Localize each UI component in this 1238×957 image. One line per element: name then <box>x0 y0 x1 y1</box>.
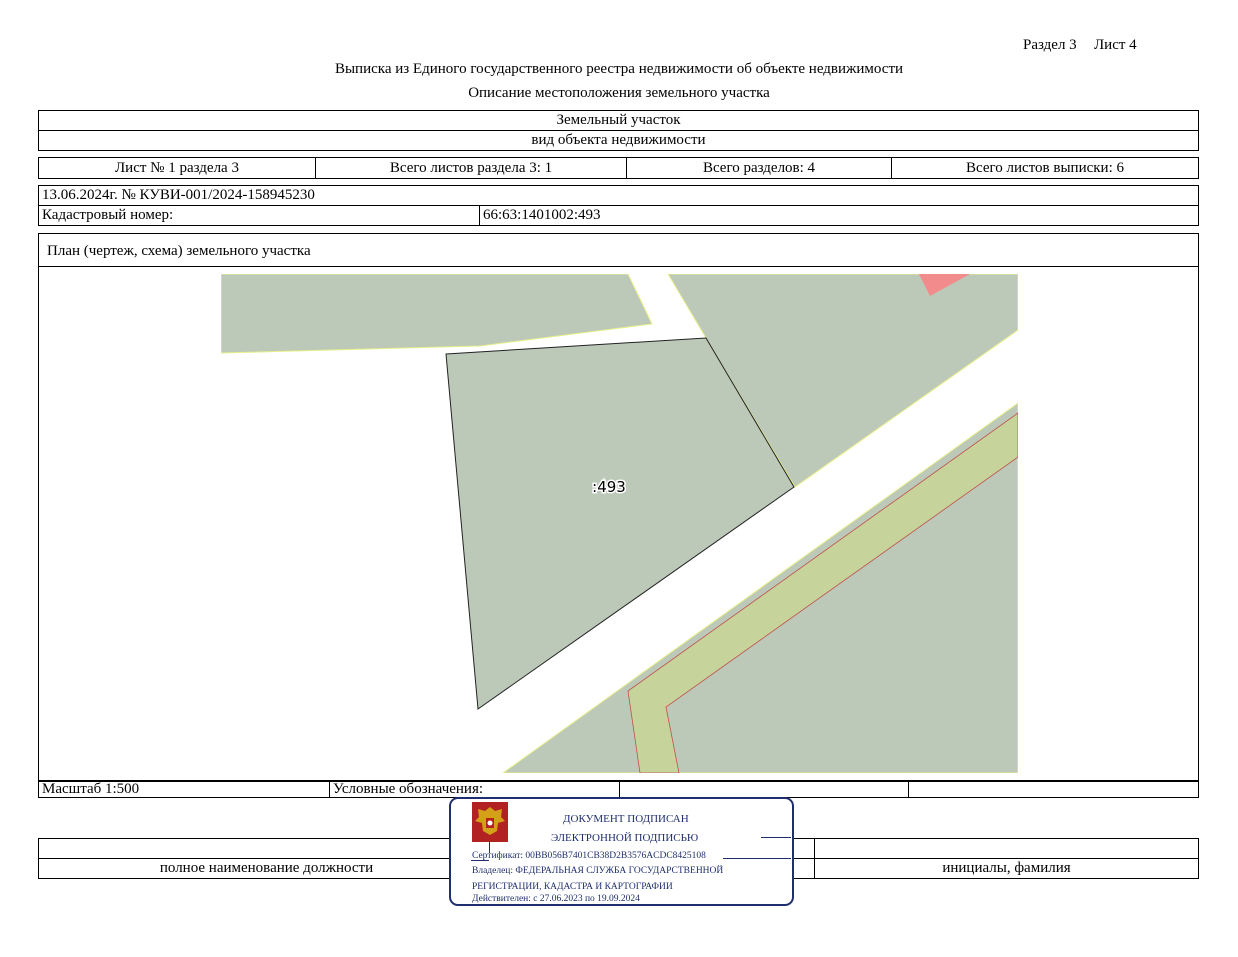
stamp-owner-1: Владелец: ФЕДЕРАЛЬНАЯ СЛУЖБА ГОСУДАРСТВЕ… <box>472 866 724 876</box>
position-caption: полное наименование должности <box>38 858 495 879</box>
legend-label: Условные обозначения: <box>329 780 620 798</box>
legend-cell-1 <box>619 780 909 798</box>
stamp-owner-2: РЕГИСТРАЦИИ, КАДАСТРА И КАРТОГРАФИИ <box>472 882 673 892</box>
signature-name-field <box>814 838 1199 859</box>
double-headed-eagle-emblem-icon <box>472 802 508 842</box>
stamp-line-1: ДОКУМЕНТ ПОДПИСАН <box>563 813 689 825</box>
electronic-signature-stamp: ДОКУМЕНТ ПОДПИСАН ЭЛЕКТРОННОЙ ПОДПИСЬЮ С… <box>449 797 794 906</box>
name-caption: инициалы, фамилия <box>814 858 1199 879</box>
parcel-493-label: :493 <box>592 478 626 496</box>
signature-position-field <box>38 838 495 859</box>
stamp-certificate: Сертификат: 00BB056B7401CB38D2B3576ACDC8… <box>472 851 706 861</box>
legend-cell-2 <box>908 780 1199 798</box>
stamp-validity: Действителен: с 27.06.2023 по 19.09.2024 <box>472 894 640 904</box>
parcel-top-left <box>221 274 653 354</box>
stamp-line-2: ЭЛЕКТРОННОЙ ПОДПИСЬЮ <box>551 832 699 844</box>
map-scale: Масштаб 1:500 <box>38 780 330 798</box>
